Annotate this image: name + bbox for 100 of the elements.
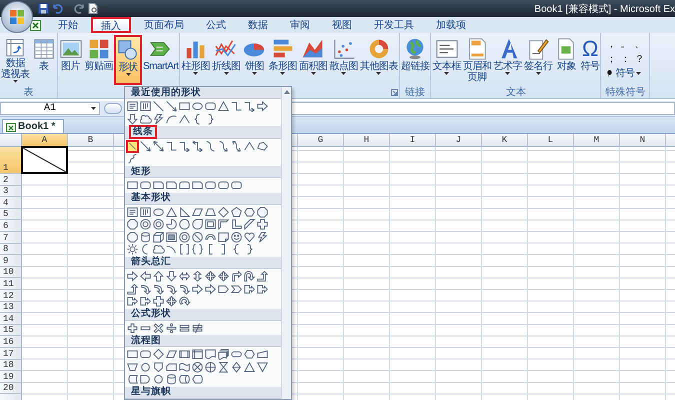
can-icon[interactable] bbox=[139, 230, 152, 244]
elbow-arrow-icon[interactable] bbox=[178, 140, 191, 153]
row-header[interactable]: 10 bbox=[0, 266, 21, 278]
ribbon-button[interactable]: 面积图 bbox=[298, 35, 328, 85]
corner-arrow-icon[interactable] bbox=[126, 282, 139, 296]
circle-icon[interactable] bbox=[152, 373, 165, 386]
or-circle-icon[interactable] bbox=[204, 360, 217, 374]
pie-icon[interactable] bbox=[165, 218, 178, 231]
lightning-icon[interactable] bbox=[256, 230, 269, 244]
ribbon-button[interactable]: 柱形图 bbox=[180, 35, 211, 85]
column-header[interactable]: M bbox=[574, 134, 620, 146]
symbol-item[interactable]: ； bbox=[605, 52, 618, 66]
page-icon[interactable] bbox=[88, 3, 98, 14]
rounded-rect-icon[interactable] bbox=[139, 348, 152, 361]
inverted-triangle-icon[interactable] bbox=[256, 360, 269, 374]
rounded-rect-icon[interactable] bbox=[230, 179, 243, 192]
row-header[interactable]: 19 bbox=[0, 371, 21, 383]
right-arrow-icon[interactable] bbox=[204, 282, 217, 296]
column-header[interactable]: B bbox=[68, 134, 114, 146]
line-icon[interactable] bbox=[152, 100, 165, 113]
donut-icon[interactable] bbox=[178, 230, 191, 244]
curve-double-arrow-icon[interactable] bbox=[230, 140, 243, 153]
ribbon-button[interactable]: 散点图 bbox=[328, 35, 359, 85]
peak-icon[interactable] bbox=[178, 112, 191, 126]
symbol-item[interactable]: ？ bbox=[633, 52, 646, 66]
ribbon-button[interactable]: 图片 bbox=[58, 35, 84, 85]
bent-arrow-icon[interactable] bbox=[230, 270, 243, 283]
ribbon-button[interactable]: 对象 bbox=[553, 35, 580, 85]
arrow-line-icon[interactable] bbox=[139, 140, 152, 153]
workbook-tab[interactable]: Book1 * bbox=[2, 119, 64, 133]
ribbon-button[interactable]: 条形图 bbox=[267, 35, 298, 85]
ribbon-tab[interactable]: 开始 bbox=[49, 17, 87, 33]
ribbon-button[interactable]: 形状 bbox=[114, 35, 142, 85]
corner-arrow-icon[interactable] bbox=[256, 270, 269, 283]
octagon-icon[interactable] bbox=[126, 218, 139, 231]
row-header[interactable]: 13 bbox=[0, 302, 21, 314]
quad-arrow-icon[interactable] bbox=[204, 270, 217, 283]
ribbon-button[interactable]: 超链接 bbox=[400, 35, 430, 85]
half-frame-icon[interactable] bbox=[217, 218, 230, 231]
right-arrow-icon[interactable] bbox=[256, 100, 269, 113]
ribbon-button[interactable]: 签名行 bbox=[522, 35, 554, 85]
ribbon-tab[interactable]: 数据 bbox=[239, 17, 277, 33]
u-turn-arrow-icon[interactable] bbox=[243, 270, 256, 283]
internal-storage-icon[interactable] bbox=[191, 348, 204, 361]
symbol-item[interactable]: ： bbox=[619, 52, 632, 66]
resize-handle[interactable] bbox=[104, 103, 122, 114]
curved-arrow-icon[interactable] bbox=[139, 282, 152, 296]
multiply-icon[interactable] bbox=[152, 322, 165, 334]
ribbon-tab[interactable]: 开发工具 bbox=[365, 17, 423, 33]
cross-icon[interactable] bbox=[152, 295, 165, 308]
rounded-rect-icon[interactable] bbox=[217, 179, 230, 192]
right-arrow-icon[interactable] bbox=[191, 282, 204, 296]
lightning-icon[interactable] bbox=[152, 112, 165, 126]
ribbon-tab[interactable]: 加载项 bbox=[427, 17, 475, 33]
symbol-item[interactable]: 。 bbox=[619, 37, 632, 51]
scrollbar[interactable] bbox=[281, 87, 291, 399]
elbow-double-arrow-icon[interactable] bbox=[191, 140, 204, 153]
divide-icon[interactable] bbox=[165, 322, 178, 334]
diagonal-stripe-icon[interactable] bbox=[243, 218, 256, 231]
rect-icon[interactable] bbox=[126, 348, 139, 361]
curved-arrow-icon[interactable] bbox=[178, 282, 191, 296]
column-header[interactable]: G bbox=[298, 134, 344, 146]
left-right-arrow-icon[interactable] bbox=[178, 270, 191, 283]
l-shape-icon[interactable] bbox=[230, 218, 243, 231]
delay-icon[interactable] bbox=[139, 373, 152, 386]
triangle-icon[interactable] bbox=[165, 206, 178, 218]
right-triangle-icon[interactable] bbox=[178, 206, 191, 218]
stored-data-icon[interactable] bbox=[126, 373, 139, 386]
save-icon[interactable] bbox=[38, 3, 49, 14]
row-header[interactable]: 16 bbox=[0, 336, 21, 348]
frame-icon[interactable] bbox=[204, 218, 217, 231]
row-header[interactable]: 9 bbox=[0, 255, 21, 267]
bevel-icon[interactable] bbox=[165, 230, 178, 244]
row-header[interactable]: 11 bbox=[0, 278, 21, 290]
down-arrow-icon[interactable] bbox=[165, 270, 178, 283]
manual-operation-icon[interactable] bbox=[126, 360, 139, 374]
symbol-item[interactable]: ， bbox=[605, 37, 618, 51]
scribble-icon[interactable] bbox=[126, 152, 139, 166]
not-equal-icon[interactable] bbox=[191, 322, 204, 334]
column-header[interactable]: K bbox=[482, 134, 528, 146]
circle-icon[interactable] bbox=[139, 360, 152, 374]
donut-icon[interactable] bbox=[152, 218, 165, 231]
ribbon-button[interactable]: 数据 透视表 bbox=[0, 35, 30, 85]
peak-icon[interactable] bbox=[243, 140, 256, 153]
ribbon-button[interactable]: 页眉和 页脚 bbox=[462, 35, 492, 85]
direct-access-icon[interactable] bbox=[178, 373, 191, 386]
triangle-icon[interactable] bbox=[243, 360, 256, 374]
offpage-connector-icon[interactable] bbox=[152, 360, 165, 374]
display-icon[interactable] bbox=[191, 373, 204, 386]
bracket-pair-icon[interactable] bbox=[178, 243, 191, 256]
ribbon-tab[interactable]: 公式 bbox=[197, 17, 235, 33]
ribbon-button[interactable]: 艺术字 bbox=[492, 35, 523, 85]
text-box-icon[interactable] bbox=[126, 100, 139, 113]
row-header[interactable]: 3 bbox=[0, 186, 21, 198]
rounded-rect-icon[interactable] bbox=[204, 100, 217, 113]
vertical-text-box-icon[interactable] bbox=[139, 100, 152, 113]
rounded-rect-icon[interactable] bbox=[139, 179, 152, 192]
cloud-icon[interactable] bbox=[152, 243, 165, 256]
smiley-icon[interactable] bbox=[230, 230, 243, 244]
line-icon[interactable] bbox=[126, 140, 139, 153]
